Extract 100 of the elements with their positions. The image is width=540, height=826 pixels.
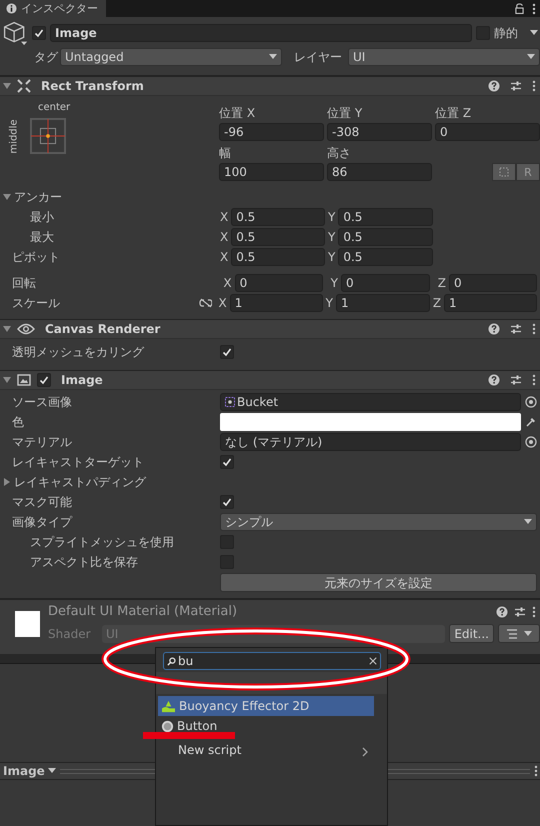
active-checkbox[interactable] [32,26,46,40]
blueprint-mode-button[interactable] [492,163,516,181]
field-label: 位置 Y [327,105,364,122]
expand-triangle-icon[interactable] [3,478,11,486]
axis-label: Y [328,250,336,264]
number-field[interactable]: 1 [336,294,430,312]
field-label: 位置 Z [435,105,472,122]
collapse-triangle-icon[interactable] [3,376,11,384]
axis-label: X [220,210,228,224]
foldout-label[interactable]: アンカー [14,188,62,206]
settings-sliders-icon[interactable] [510,80,522,92]
component-title[interactable]: Image [61,373,103,387]
help-icon[interactable] [488,80,500,92]
menu-item[interactable]: Button [158,716,374,736]
anchor-horizontal-label: center [38,102,72,115]
checkbox[interactable] [220,455,234,469]
settings-sliders-icon[interactable] [510,374,522,386]
property-label: 透明メッシュをカリング [12,344,144,360]
field-label: 位置 X [219,105,256,122]
preview-title[interactable]: Image [0,764,56,778]
number-field[interactable]: 0 [340,274,430,292]
dropdown-caret-icon [269,54,277,60]
collapse-triangle-icon[interactable] [3,193,11,201]
collapse-triangle-icon[interactable] [3,325,11,333]
field-label: 幅 [219,145,232,162]
dropdown-caret-icon [527,54,535,60]
object-field[interactable]: なし (マテリアル) [220,433,521,451]
help-icon[interactable] [496,606,508,618]
more-icon[interactable] [532,606,536,618]
more-icon[interactable] [532,2,536,14]
collapse-triangle-icon[interactable] [3,82,11,90]
checkbox[interactable] [220,345,234,359]
more-icon[interactable] [534,765,538,777]
enable-checkbox[interactable] [37,373,51,387]
axis-label: Z [438,276,446,290]
help-icon[interactable] [488,374,500,386]
property-label: 色 [12,414,24,430]
property-label: レイキャストターゲット [12,454,144,470]
number-field[interactable]: 86 [327,163,432,181]
cube-icon[interactable] [2,19,28,47]
number-field[interactable]: 0 [449,274,537,292]
menu-item[interactable]: New script [158,736,374,758]
number-field[interactable]: 0.5 [338,228,433,246]
object-field[interactable]: Bucket [220,393,521,411]
dropdown-caret-icon[interactable] [530,30,538,36]
number-field[interactable]: 1 [444,294,537,312]
more-icon[interactable] [532,374,536,386]
axis-label: X [223,276,232,290]
foldout-label[interactable]: レイキャストパディング [14,474,146,490]
more-icon[interactable] [532,323,536,335]
axis-label: Y [326,296,333,310]
property-label: スプライトメッシュを使用 [30,534,174,550]
layer-dropdown[interactable]: UI [348,48,540,66]
dropdown-caret-icon [524,519,532,525]
axis-label: Y [330,276,338,290]
more-icon[interactable] [532,80,536,92]
dropdown[interactable]: シンプル [220,513,537,531]
object-picker-icon[interactable] [525,436,537,448]
lock-icon[interactable] [515,3,524,14]
image-icon [17,374,31,386]
number-field[interactable]: 1 [230,294,323,312]
name-field[interactable]: Image [50,24,472,42]
tag-label: タグ [34,48,56,66]
shader-menu-button[interactable] [498,624,540,643]
number-field[interactable]: 0.5 [338,248,433,266]
eyedropper-icon[interactable] [525,416,537,428]
menu-item[interactable]: Buoyancy Effector 2D [158,696,374,716]
property-label: アスペクト比を保存 [30,554,138,570]
field-label: 高さ [327,145,352,162]
settings-sliders-icon[interactable] [510,323,522,335]
set-native-size-button[interactable]: 元来のサイズを設定 [220,572,537,592]
component-title[interactable]: Rect Transform [41,79,144,93]
property-label: 画像タイプ [12,514,72,530]
number-field[interactable]: 0.5 [231,208,325,226]
search-field[interactable]: bu [163,652,381,670]
color-field[interactable] [220,413,521,431]
clear-icon[interactable] [369,657,377,665]
number-field[interactable]: 0.5 [338,208,433,226]
number-field[interactable]: 0 [435,123,540,141]
component-title[interactable]: Canvas Renderer [45,322,160,336]
number-field[interactable]: 0.5 [231,228,325,246]
number-field[interactable]: 0 [234,274,323,292]
radio-button-icon [161,720,174,732]
settings-sliders-icon[interactable] [514,606,526,618]
checkbox[interactable] [220,495,234,509]
help-icon[interactable] [488,323,500,335]
edit-button[interactable]: Edit... [449,624,494,643]
object-picker-icon[interactable] [525,396,537,408]
property-label: 回転 [12,274,36,292]
anchor-preset-icon[interactable] [30,118,66,154]
axis-label: X [220,230,228,244]
inspector-tab[interactable]: インスペクター [0,0,106,17]
axis-label: Y [328,230,336,244]
search-icon [167,656,176,666]
number-field[interactable]: -96 [219,123,324,141]
number-field[interactable]: 0.5 [231,248,325,266]
tag-dropdown[interactable]: Untagged [60,48,282,66]
unlinked-chain-icon[interactable] [198,298,212,308]
number-field[interactable]: 100 [219,163,324,181]
number-field[interactable]: -308 [327,123,432,141]
